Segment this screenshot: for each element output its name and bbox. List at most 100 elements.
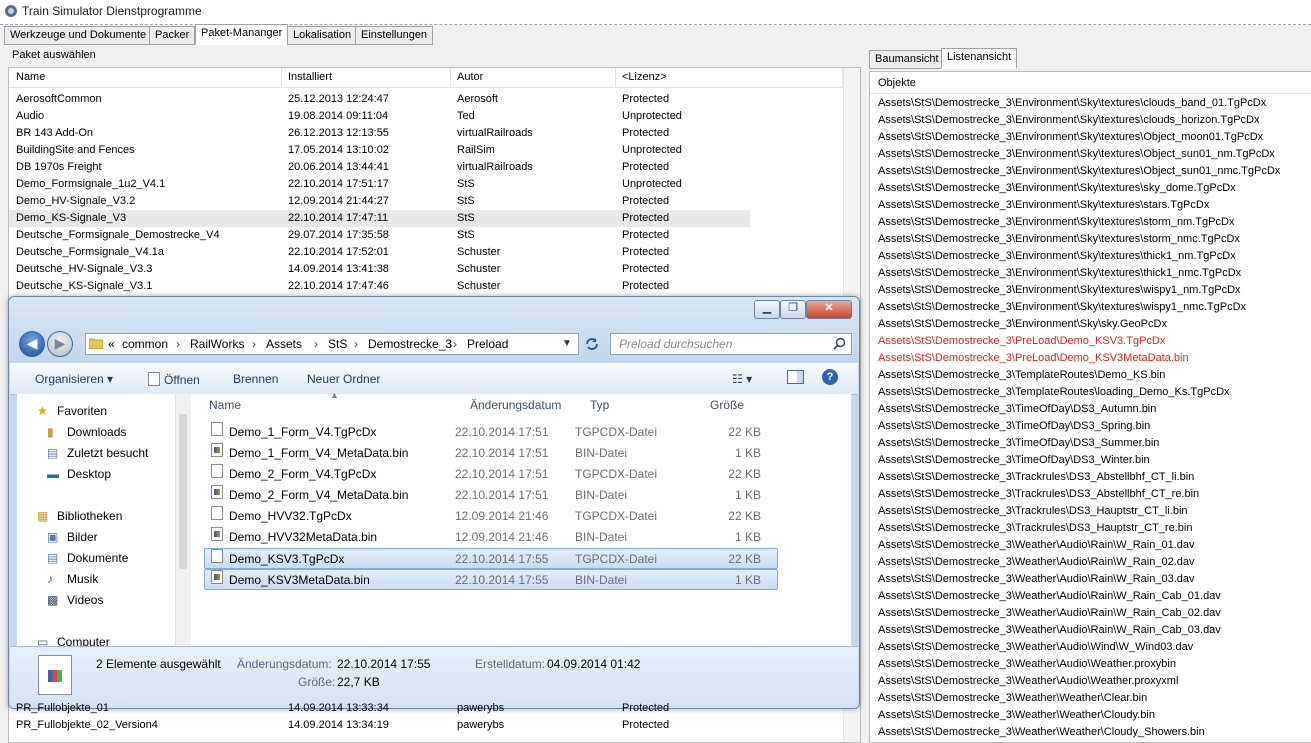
object-row[interactable]: Assets\StS\Demostrecke_3\TemplateRoutes\… (878, 367, 1165, 384)
breadcrumb-assets[interactable]: Assets (266, 337, 302, 351)
table-row[interactable]: Demo_Formsignale_1u2_V4.1 22.10.2014 17:5… (9, 176, 750, 193)
table-row[interactable]: Deutsche_Formsignale_V4.1a 22.10.2014 17:… (9, 244, 750, 261)
object-row[interactable]: Assets\StS\Demostrecke_3\Environment\Sky… (878, 197, 1209, 214)
object-row[interactable]: Assets\StS\Demostrecke_3\PreLoad\Demo_KS… (878, 333, 1165, 350)
file-list[interactable]: Name ▲ Änderungsdatum Typ Größe Demo_1_F… (191, 390, 851, 646)
object-row[interactable]: Assets\StS\Demostrecke_3\Weather\Weather… (878, 724, 1205, 741)
object-row[interactable]: Assets\StS\Demostrecke_3\Weather\Audio\R… (878, 537, 1195, 554)
object-row[interactable]: Assets\StS\Demostrecke_3\TimeOfDay\DS3_S… (878, 435, 1159, 452)
search-icon[interactable] (833, 337, 846, 350)
nav-documents[interactable]: Dokumente (67, 551, 128, 565)
address-bar[interactable]: « common › RailWorks › Assets › StS › De… (85, 333, 579, 355)
nav-libraries[interactable]: Bibliotheken (57, 509, 122, 523)
object-row[interactable]: Assets\StS\Demostrecke_3\Environment\Sky… (878, 112, 1260, 129)
nav-favorites[interactable]: Favoriten (57, 404, 107, 418)
object-row[interactable]: Assets\StS\Demostrecke_3\Environment\Sky… (878, 180, 1236, 197)
tab-baumansicht[interactable]: Baumansicht (869, 50, 945, 69)
object-row[interactable]: Assets\StS\Demostrecke_3\Weather\Audio\W… (878, 639, 1193, 656)
breadcrumb-railworks[interactable]: RailWorks (190, 337, 244, 351)
object-row[interactable]: Assets\StS\Demostrecke_3\TimeOfDay\DS3_A… (878, 401, 1156, 418)
object-row[interactable]: Assets\StS\Demostrecke_3\Weather\Audio\W… (878, 656, 1176, 673)
object-row[interactable]: Assets\StS\Demostrecke_3\Environment\Sky… (878, 316, 1167, 333)
object-row[interactable]: Assets\StS\Demostrecke_3\Weather\Audio\R… (878, 571, 1195, 588)
object-row[interactable]: Assets\StS\Demostrecke_3\Weather\Audio\R… (878, 588, 1221, 605)
object-row[interactable]: Assets\StS\Demostrecke_3\Environment\Sky… (878, 299, 1246, 316)
search-input[interactable]: Preload durchsuchen (610, 333, 852, 355)
object-row[interactable]: Assets\StS\Demostrecke_3\Environment\Sky… (878, 265, 1241, 282)
nav-recent[interactable]: Zuletzt besucht (67, 446, 148, 460)
file-row[interactable]: Demo_HVV32MetaData.bin 12.09.2014 21:46 BI… (205, 527, 777, 547)
table-row[interactable]: Demo_KS-Signale_V3 22.10.2014 17:47:11 StS… (9, 210, 750, 227)
object-row[interactable]: Assets\StS\Demostrecke_3\Weather\Weather… (878, 690, 1147, 707)
nav-downloads[interactable]: Downloads (67, 425, 126, 439)
chevron-down-icon[interactable]: ▼ (562, 338, 572, 349)
open-button[interactable]: Öffnen (148, 372, 200, 387)
tab-einstellungen[interactable]: Einstellungen (355, 26, 434, 45)
nav-music[interactable]: Musik (67, 572, 98, 586)
column-autor[interactable]: Autor (450, 68, 616, 87)
object-row[interactable]: Assets\StS\Demostrecke_3\Environment\Sky… (878, 129, 1263, 146)
breadcrumb-overflow[interactable]: « (108, 337, 115, 351)
column-type[interactable]: Typ (590, 398, 609, 412)
nav-desktop[interactable]: Desktop (67, 467, 111, 481)
object-row[interactable]: Assets\StS\Demostrecke_3\Environment\Sky… (878, 163, 1280, 180)
preview-pane-icon[interactable] (787, 370, 804, 384)
tab-paket-manager[interactable]: Paket-Mananger (195, 24, 289, 45)
file-row[interactable]: Demo_2_Form_V4_MetaData.bin 22.10.2014 17… (205, 485, 777, 505)
object-row[interactable]: Assets\StS\Demostrecke_3\Weather\Audio\R… (878, 605, 1221, 622)
tab-listenansicht[interactable]: Listenansicht (941, 48, 1018, 69)
objects-list[interactable]: Objekte Assets\StS\Demostrecke_3\Environ… (869, 71, 1311, 743)
back-arrow-icon[interactable]: ◀ (19, 331, 45, 357)
refresh-icon[interactable] (584, 336, 600, 352)
table-row[interactable]: Demo_HV-Signale_V3.2 12.09.2014 21:44:27 S… (9, 193, 750, 210)
file-row[interactable]: Demo_2_Form_V4.TgPcDx 22.10.2014 17:51 TGP… (205, 464, 777, 484)
object-row[interactable]: Assets\StS\Demostrecke_3\Environment\Sky… (878, 146, 1275, 163)
file-row[interactable]: Demo_1_Form_V4.TgPcDx 22.10.2014 17:51 TGP… (205, 422, 777, 442)
burn-button[interactable]: Brennen (233, 372, 278, 386)
objects-header[interactable]: Objekte (870, 72, 1311, 94)
object-row[interactable]: Assets\StS\Demostrecke_3\Weather\Audio\R… (878, 622, 1221, 639)
object-row[interactable]: Assets\StS\Demostrecke_3\Environment\Sky… (878, 248, 1236, 265)
nav-videos[interactable]: Videos (67, 593, 103, 607)
nav-pictures[interactable]: Bilder (67, 530, 98, 544)
object-row[interactable]: Assets\StS\Demostrecke_3\Environment\Sky… (878, 95, 1266, 112)
table-row[interactable]: Audio 19.08.2014 09:11:04 Ted Unprotected (9, 108, 750, 125)
column-installiert[interactable]: Installiert (281, 68, 451, 87)
table-row[interactable]: AerosoftCommon 25.12.2013 12:24:47 Aerosof… (9, 91, 750, 108)
breadcrumb-preload[interactable]: Preload (467, 337, 508, 351)
table-row[interactable]: Deutsche_Formsignale_Demostrecke_V4 29.07… (9, 227, 750, 244)
table-row[interactable]: PR_Fullobjekte_02_Version4 14.09.2014 13:… (9, 717, 750, 734)
table-row[interactable]: BuildingSite and Fences 17.05.2014 13:10:… (9, 142, 750, 159)
object-row[interactable]: Assets\StS\Demostrecke_3\Weather\Audio\R… (878, 554, 1195, 571)
tab-lokalisation[interactable]: Lokalisation (287, 26, 358, 45)
maximize-button[interactable]: ❐ (780, 300, 806, 319)
table-row[interactable]: Deutsche_KS-Signale_V3.1 22.10.2014 17:47… (9, 278, 750, 295)
object-row[interactable]: Assets\StS\Demostrecke_3\Environment\Sky… (878, 282, 1241, 299)
object-row[interactable]: Assets\StS\Demostrecke_3\Trackrules\DS3_… (878, 486, 1199, 503)
navigation-scrollbar[interactable] (175, 394, 191, 646)
object-row[interactable]: Assets\StS\Demostrecke_3\Trackrules\DS3_… (878, 503, 1188, 520)
column-lizenz[interactable]: <Lizenz> (615, 68, 843, 87)
file-row[interactable]: Demo_HVV32.TgPcDx 12.09.2014 21:46 TGPCDX-… (205, 506, 777, 526)
table-row[interactable]: BR 143 Add-On 26.12.2013 12:13:55 virtualR… (9, 125, 750, 142)
explorer-window[interactable]: ▁ ❐ ✕ ◀ ▶ « common › RailWorks › Assets … (8, 296, 860, 709)
minimize-button[interactable]: ▁ (754, 300, 780, 319)
table-row[interactable]: DB 1970s Freight 20.06.2014 13:44:41 virtu… (9, 159, 750, 176)
object-row[interactable]: Assets\StS\Demostrecke_3\TimeOfDay\DS3_W… (878, 452, 1150, 469)
object-row[interactable]: Assets\StS\Demostrecke_3\Environment\Sky… (878, 214, 1234, 231)
forward-arrow-icon[interactable]: ▶ (47, 331, 73, 357)
object-row[interactable]: Assets\StS\Demostrecke_3\Trackrules\DS3_… (878, 520, 1192, 537)
object-row[interactable]: Assets\StS\Demostrecke_3\Trackrules\DS3_… (878, 469, 1194, 486)
help-icon[interactable]: ? (822, 369, 838, 385)
view-options-icon[interactable]: ☷ ▾ (732, 372, 752, 386)
object-row[interactable]: Assets\StS\Demostrecke_3\Weather\Weather… (878, 707, 1155, 724)
tab-werkzeuge[interactable]: Werkzeuge und Dokumente (4, 26, 153, 45)
breadcrumb-sts[interactable]: StS (328, 337, 347, 351)
column-size[interactable]: Größe (710, 398, 744, 412)
object-row[interactable]: Assets\StS\Demostrecke_3\TimeOfDay\DS3_S… (878, 418, 1150, 435)
breadcrumb-common[interactable]: common (122, 337, 168, 351)
object-row[interactable]: Assets\StS\Demostrecke_3\TemplateRoutes\… (878, 384, 1230, 401)
table-row[interactable]: Deutsche_HV-Signale_V3.3 14.09.2014 13:41… (9, 261, 750, 278)
tab-packer[interactable]: Packer (149, 26, 196, 45)
new-folder-button[interactable]: Neuer Ordner (307, 372, 380, 386)
